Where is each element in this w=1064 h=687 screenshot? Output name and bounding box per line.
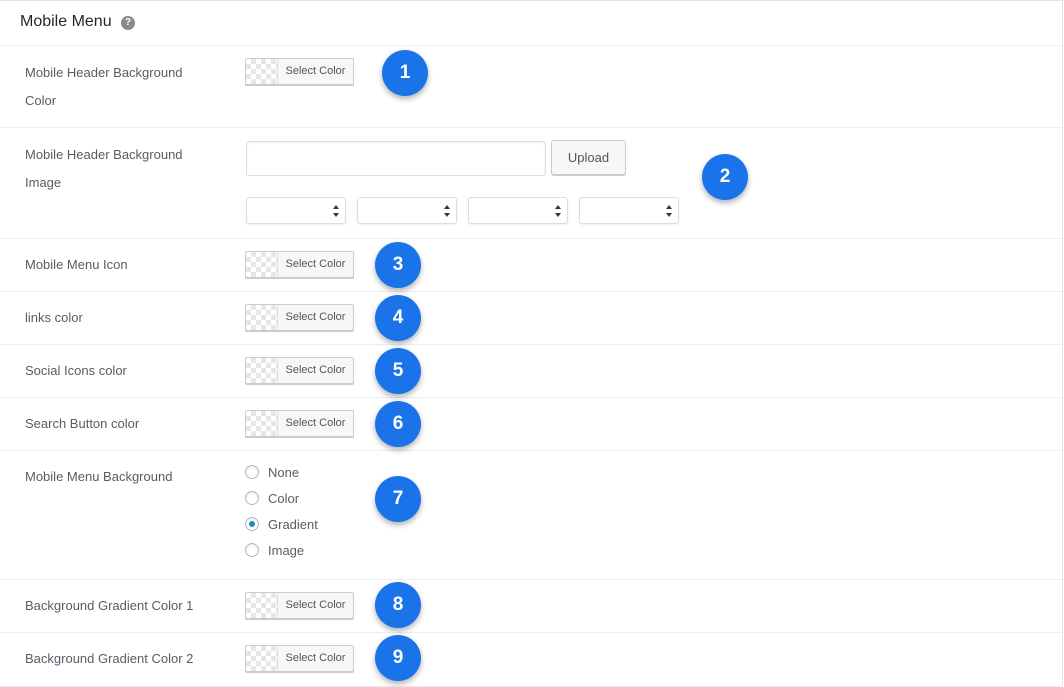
radio-option-image[interactable]: Image	[245, 540, 304, 560]
bg-position-select[interactable]	[357, 197, 457, 224]
row-header-bg-color: Mobile Header Background Color Select Co…	[0, 46, 1062, 128]
step-badge: 7	[375, 476, 421, 522]
select-arrows-icon	[555, 205, 561, 217]
label-line: Mobile Header Background	[25, 147, 183, 162]
radio-button[interactable]	[245, 465, 259, 479]
row-menu-icon: Mobile Menu Icon Select Color 3	[0, 239, 1062, 292]
select-color-button[interactable]: Select Color	[245, 592, 354, 619]
row-links-color: links color Select Color 4	[0, 292, 1062, 345]
color-swatch	[246, 358, 278, 383]
select-color-button[interactable]: Select Color	[245, 645, 354, 672]
row-label: Mobile Menu Icon	[25, 257, 128, 272]
row-gradient-color-2: Background Gradient Color 2 Select Color…	[0, 633, 1062, 687]
radio-label: Gradient	[268, 516, 318, 532]
label-line: Mobile Header Background	[25, 65, 183, 80]
step-badge: 3	[375, 242, 421, 288]
select-color-label: Select Color	[285, 599, 346, 611]
select-color-label: Select Color	[285, 258, 346, 270]
row-label: Background Gradient Color 2	[25, 651, 194, 666]
mobile-menu-panel: Mobile Menu ? Mobile Header Background C…	[0, 0, 1063, 687]
step-badge: 5	[375, 348, 421, 394]
select-color-button[interactable]: Select Color	[245, 58, 354, 85]
row-social-icons-color: Social Icons color Select Color 5	[0, 345, 1062, 398]
select-arrows-icon	[444, 205, 450, 217]
bg-attachment-select[interactable]	[468, 197, 568, 224]
color-swatch	[246, 305, 278, 330]
step-badge: 1	[382, 50, 428, 96]
select-color-label: Select Color	[285, 652, 346, 664]
select-color-label: Select Color	[285, 364, 346, 376]
step-badge: 4	[375, 295, 421, 341]
radio-label: Color	[268, 490, 300, 506]
color-swatch	[246, 646, 278, 671]
radio-label: None	[268, 464, 300, 480]
row-label: Mobile Menu Background	[25, 469, 173, 484]
select-arrows-icon	[666, 205, 672, 217]
step-badge: 9	[375, 635, 421, 681]
radio-option-color[interactable]: Color	[245, 488, 299, 508]
radio-option-gradient[interactable]: Gradient	[245, 514, 318, 534]
radio-option-none[interactable]: None	[245, 462, 299, 482]
color-swatch	[246, 411, 278, 436]
step-badge: 6	[375, 401, 421, 447]
select-color-button[interactable]: Select Color	[245, 357, 354, 384]
row-label: Search Button color	[25, 416, 140, 431]
row-gradient-color-1: Background Gradient Color 1 Select Color…	[0, 580, 1062, 633]
color-swatch	[246, 593, 278, 618]
select-color-button[interactable]: Select Color	[245, 410, 354, 437]
select-color-label: Select Color	[285, 65, 346, 77]
radio-label: Image	[268, 542, 305, 558]
select-color-button[interactable]: Select Color	[245, 304, 354, 331]
select-color-label: Select Color	[285, 311, 346, 323]
row-label: Mobile Header Background Image	[25, 141, 215, 197]
radio-button[interactable]	[245, 491, 259, 505]
panel-title: Mobile Menu	[20, 13, 112, 30]
step-badge: 8	[375, 582, 421, 628]
label-line: Color	[25, 93, 57, 108]
row-label: Mobile Header Background Color	[25, 59, 215, 115]
row-label: links color	[25, 310, 83, 325]
color-swatch	[246, 252, 278, 277]
radio-button-checked[interactable]	[245, 517, 259, 531]
row-menu-background: Mobile Menu Background None Color Gradie…	[0, 451, 1062, 580]
radio-button[interactable]	[245, 543, 259, 557]
select-color-button[interactable]: Select Color	[245, 251, 354, 278]
upload-button[interactable]: Upload	[551, 140, 626, 175]
bg-repeat-select[interactable]	[246, 197, 346, 224]
row-label: Social Icons color	[25, 363, 127, 378]
panel-header: Mobile Menu ?	[0, 1, 1062, 46]
question-mark-icon[interactable]: ?	[121, 16, 135, 30]
bg-size-select[interactable]	[579, 197, 679, 224]
color-swatch	[246, 59, 278, 84]
row-label: Background Gradient Color 1	[25, 598, 194, 613]
label-line: Image	[25, 175, 62, 190]
select-color-label: Select Color	[285, 417, 346, 429]
image-url-input[interactable]	[246, 141, 546, 176]
select-arrows-icon	[333, 205, 339, 217]
step-badge: 2	[702, 154, 748, 200]
row-search-button-color: Search Button color Select Color 6	[0, 398, 1062, 451]
